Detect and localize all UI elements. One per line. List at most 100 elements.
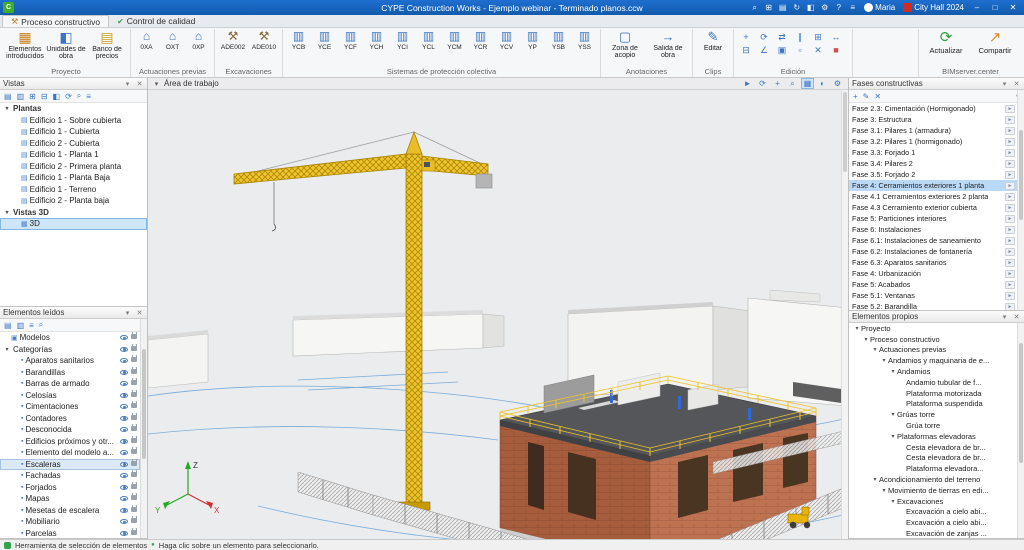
collapse-icon[interactable]: ▾ [1000, 313, 1009, 321]
visibility-eye-icon[interactable] [120, 508, 128, 513]
phase-select-icon[interactable]: ► [1005, 226, 1015, 234]
titlebar-icon[interactable]: ≡ [846, 3, 859, 13]
phase-select-icon[interactable]: ► [1005, 248, 1015, 256]
propio-tree-item[interactable]: Andamios [849, 366, 1017, 377]
visibility-eye-icon[interactable] [120, 393, 128, 398]
lock-icon[interactable] [131, 392, 137, 397]
edit-tool-icon[interactable]: ⊞ [809, 31, 827, 44]
expand-arrow-icon[interactable] [880, 487, 888, 494]
user-account[interactable]: Maria [861, 3, 898, 12]
titlebar-icon[interactable]: ? [832, 3, 845, 13]
expand-arrow-icon[interactable] [889, 368, 897, 375]
view-tool-icon[interactable]: ⟳ [65, 92, 72, 101]
leidos-tool-icon[interactable]: ⌕ [39, 320, 43, 330]
workspace-tool-icon[interactable]: ⚙ [831, 78, 844, 89]
ribbon-button[interactable]: ▥ YCV [494, 29, 519, 51]
edit-tool-icon[interactable]: ✕ [809, 44, 827, 57]
workspace-tool-icon[interactable]: ▦ [801, 78, 814, 89]
phase-select-icon[interactable]: ► [1005, 160, 1015, 168]
titlebar-icon[interactable]: ◧ [804, 3, 817, 13]
workspace-tool-icon[interactable]: + [771, 78, 784, 89]
ribbon-button[interactable]: ▥ YSS [572, 29, 597, 51]
titlebar-icon[interactable]: ▤ [776, 3, 789, 13]
chevron-down-icon[interactable]: ▾ [152, 80, 161, 88]
ribbon-button[interactable]: ✎ Editar [696, 29, 730, 59]
propio-tree-item[interactable]: Excavación a cielo abi... [849, 517, 1017, 528]
ribbon-button[interactable]: ⌂ 0XA [134, 29, 159, 51]
category-tree-item[interactable]: ▪ Barandillas [0, 367, 140, 379]
view-tree-item[interactable]: ▤ Edificio 2 - Planta baja [0, 195, 147, 207]
ribbon-button[interactable]: ▥ YCE [312, 29, 337, 51]
propio-tree-item[interactable]: Plataforma suspendida [849, 399, 1017, 410]
edit-tool-icon[interactable]: ▣ [773, 44, 791, 57]
expand-arrow-icon[interactable] [889, 433, 897, 440]
view-tree-item[interactable]: ▤ Edificio 1 - Cubierta [0, 126, 147, 138]
titlebar-icon[interactable]: ↻ [790, 3, 803, 13]
ribbon-button[interactable]: ⚒ ADE010 [249, 29, 279, 51]
phase-item[interactable]: Fase 3.2: Pilares 1 (hormigonado) ► [849, 136, 1017, 147]
titlebar-icon[interactable]: ⊞ [762, 3, 775, 13]
view-tree-item[interactable]: ▤ Edificio 1 - Planta Baja [0, 172, 147, 184]
ribbon-button[interactable]: ▤ Banco de precios [87, 29, 127, 60]
ribbon-button[interactable]: ▢ Zona de acopio [604, 29, 646, 59]
expand-arrow-icon[interactable] [3, 346, 11, 353]
expand-arrow-icon[interactable] [871, 476, 879, 483]
category-tree-item[interactable]: ▪ Forjados [0, 482, 140, 494]
expand-arrow-icon[interactable] [889, 411, 897, 418]
edit-tool-icon[interactable]: ■ [827, 44, 845, 57]
phase-item[interactable]: Fase 2.3: Cimentación (Hormigonado) ► [849, 103, 1017, 114]
phase-item[interactable]: Fase 6.1: Instalaciones de saneamiento ► [849, 235, 1017, 246]
propio-tree-item[interactable]: Grúas torre [849, 409, 1017, 420]
ribbon-button[interactable]: ⌂ 0XP [186, 29, 211, 51]
lock-icon[interactable] [131, 495, 137, 500]
category-tree-item[interactable]: Categorías [0, 344, 140, 356]
category-tree-item[interactable]: ▪ Mapas [0, 493, 140, 505]
category-tree-item[interactable]: ▪ Mesetas de escalera [0, 505, 140, 517]
close-button[interactable]: ✕ [1005, 3, 1021, 12]
view-tree-item[interactable]: ▤ Edificio 1 - Terreno [0, 184, 147, 196]
propio-tree-item[interactable]: Movimiento de tierras en edi... [849, 485, 1017, 496]
lock-icon[interactable] [131, 461, 137, 466]
category-tree-item[interactable]: ▪ Aparatos sanitarios [0, 355, 140, 367]
view-tool-icon[interactable]: ⊟ [41, 92, 48, 101]
lock-icon[interactable] [131, 449, 137, 454]
category-tree-item[interactable]: ▪ Fachadas [0, 470, 140, 482]
phase-select-icon[interactable]: ► [1005, 270, 1015, 278]
edit-tool-icon[interactable]: ▫ [791, 44, 809, 57]
edit-tool-icon[interactable]: ⊟ [737, 44, 755, 57]
category-tree-item[interactable]: ▪ Cimentaciones [0, 401, 140, 413]
visibility-eye-icon[interactable] [120, 496, 128, 501]
visibility-eye-icon[interactable] [120, 473, 128, 478]
ribbon-button[interactable]: → Salida de obra [647, 29, 689, 59]
ribbon-button[interactable]: ▥ YCF [338, 29, 363, 51]
phase-item[interactable]: Fase 4: Cerramientos exteriores 1 planta… [849, 180, 1017, 191]
phase-item[interactable]: Fase 6: Instalaciones ► [849, 224, 1017, 235]
leidos-scrollbar[interactable] [140, 319, 147, 538]
phase-select-icon[interactable]: ► [1005, 292, 1015, 300]
visibility-eye-icon[interactable] [120, 404, 128, 409]
visibility-eye-icon[interactable] [120, 347, 128, 352]
visibility-eye-icon[interactable] [120, 439, 128, 444]
ribbon-button[interactable]: ↗ Compartir [971, 29, 1019, 55]
view-tree-item[interactable]: ▤ Edificio 1 - Sobre cubierta [0, 115, 147, 127]
ribbon-button[interactable]: ▥ YP [520, 29, 545, 51]
phase-item[interactable]: Fase 3.4: Pilares 2 ► [849, 158, 1017, 169]
view-tree-item[interactable]: Plantas [0, 103, 147, 115]
viewport-scrollbar[interactable] [841, 90, 848, 539]
workspace-tool-icon[interactable]: ⟳ [756, 78, 769, 89]
ribbon-button[interactable]: ⟳ Actualizar [922, 29, 970, 55]
leidos-tool-icon[interactable]: ▥ [17, 321, 25, 330]
phase-item[interactable]: Fase 5.2: Barandilla ► [849, 301, 1017, 310]
view-tool-icon[interactable]: ▥ [17, 92, 25, 101]
phase-tool-icon[interactable]: + [853, 92, 858, 101]
lock-icon[interactable] [131, 484, 137, 489]
category-tree-item[interactable]: ▣ Modelos [0, 332, 140, 344]
propio-tree-item[interactable]: Grúa torre [849, 420, 1017, 431]
visibility-eye-icon[interactable] [120, 370, 128, 375]
visibility-eye-icon[interactable] [120, 381, 128, 386]
ribbon-button[interactable]: ▥ YCB [286, 29, 311, 51]
phase-item[interactable]: Fase 4: Urbanización ► [849, 268, 1017, 279]
propio-tree-item[interactable]: Andamios y maquinaria de e... [849, 355, 1017, 366]
edit-tool-icon[interactable]: ↔ [827, 31, 845, 44]
lock-icon[interactable] [131, 438, 137, 443]
